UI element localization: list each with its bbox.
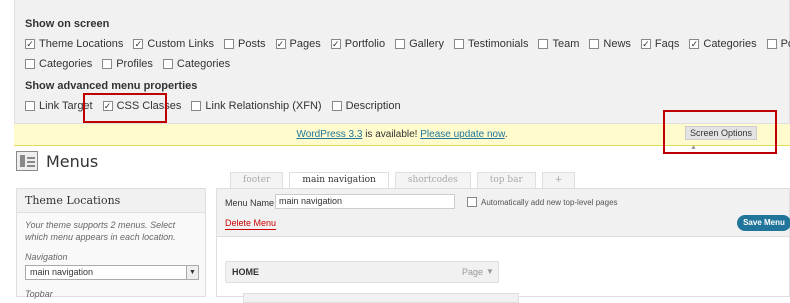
chevron-down-icon[interactable]: ▼ [486, 267, 494, 276]
css-classes-highlight [83, 93, 167, 123]
tab-shortcodes[interactable]: shortcodes [394, 172, 471, 188]
show-on-screen-row-2: Categories Profiles Categories [25, 58, 240, 70]
navigation-label: Navigation [25, 252, 68, 262]
show-on-screen-item[interactable]: ✓ Theme Locations [25, 38, 123, 50]
show-on-screen-item[interactable]: ✓ Categories [689, 38, 757, 50]
menu-item-title: HOME [232, 267, 259, 277]
checkbox[interactable] [25, 59, 35, 69]
navigation-select-value: main navigation [30, 267, 94, 277]
checkbox-label: Posts [238, 38, 266, 50]
checkbox-label: Faqs [654, 38, 680, 50]
theme-locations-title: Theme Locations [17, 189, 205, 213]
page-header: Menus [16, 151, 98, 171]
show-on-screen-item[interactable]: Categories [162, 58, 231, 70]
menu-item-home[interactable]: HOME Page ▼ [225, 261, 499, 283]
topbar-label: Topbar [25, 289, 53, 299]
show-on-screen-item[interactable]: ✓ Pages [275, 38, 321, 50]
show-on-screen-item[interactable]: Team [538, 38, 579, 50]
menu-item[interactable] [243, 293, 519, 303]
checkbox[interactable]: ✓ [689, 39, 700, 49]
checkbox-label: Theme Locations [39, 38, 124, 50]
checkbox-label: Description [345, 100, 401, 112]
checkbox-label: Link Relationship (XFN) [205, 100, 322, 112]
menus-icon [16, 151, 38, 171]
update-now-link[interactable]: Please update now [420, 129, 505, 140]
show-on-screen-row-1: ✓ Theme Locations ✓ Custom Links Posts ✓ Pages… [25, 38, 790, 50]
menu-tabs: footer main navigation shortcodes top bar + [230, 172, 581, 189]
tab-footer[interactable]: footer [230, 172, 284, 188]
wordpress-version-link[interactable]: WordPress 3.3 [296, 129, 362, 140]
checkbox[interactable] [538, 39, 549, 49]
notice-text: is available! [362, 129, 421, 140]
checkbox[interactable] [331, 101, 342, 111]
menu-item-type: Page [462, 267, 484, 277]
checkbox[interactable] [224, 39, 235, 49]
checkbox[interactable] [766, 39, 777, 49]
checkbox[interactable] [453, 39, 464, 49]
show-on-screen-item[interactable]: Post Tags [766, 38, 790, 50]
show-on-screen-item[interactable]: Categories [25, 58, 92, 70]
checkbox-label: Pages [289, 38, 321, 50]
show-on-screen-item[interactable]: Profiles [102, 58, 153, 70]
menu-name-label: Menu Name [225, 198, 275, 208]
show-on-screen-item[interactable]: News [589, 38, 631, 50]
auto-add-pages[interactable]: Automatically add new top-level pages [467, 197, 618, 207]
checkbox[interactable]: ✓ [25, 39, 35, 49]
tab-main-navigation[interactable]: main navigation [289, 172, 389, 189]
checkbox-label: Profiles [116, 58, 153, 70]
checkbox[interactable]: ✓ [275, 39, 286, 49]
menu-editor-header: Menu Name main navigation Automatically … [217, 189, 790, 237]
checkbox-label: Categories [176, 58, 231, 70]
page-title: Menus [46, 151, 99, 171]
checkbox-label: News [603, 38, 631, 50]
show-on-screen-item[interactable]: ✓ Faqs [640, 38, 680, 50]
auto-add-checkbox[interactable] [467, 197, 477, 207]
checkbox[interactable] [102, 59, 113, 69]
checkbox[interactable]: ✓ [133, 39, 144, 49]
checkbox[interactable]: ✓ [330, 39, 341, 49]
checkbox[interactable] [25, 101, 35, 111]
checkbox[interactable] [162, 59, 173, 69]
checkbox-label: Team [552, 38, 580, 50]
show-on-screen-item[interactable]: ✓ Portfolio [330, 38, 386, 50]
save-menu-button[interactable]: Save Menu [737, 215, 790, 231]
show-on-screen-item[interactable]: Posts [224, 38, 266, 50]
advanced-properties-heading: Show advanced menu properties [25, 80, 198, 92]
checkbox[interactable] [589, 39, 600, 49]
advanced-property-item[interactable]: Description [331, 100, 401, 112]
checkbox-label: Categories [703, 38, 757, 50]
checkbox-label: Post Tags [780, 38, 790, 50]
checkbox-label: Portfolio [344, 38, 386, 50]
show-on-screen-heading: Show on screen [25, 18, 110, 30]
tab-top-bar[interactable]: top bar [476, 172, 536, 188]
checkbox-label: Categories [39, 58, 93, 70]
show-on-screen-item[interactable]: ✓ Custom Links [133, 38, 214, 50]
delete-menu-link[interactable]: Delete Menu [225, 217, 277, 230]
tab-add-menu[interactable]: + [541, 172, 576, 188]
screen-options-highlight [663, 110, 777, 154]
theme-locations-description: Your theme supports 2 menus. Select whic… [25, 220, 176, 242]
show-on-screen-item[interactable]: Testimonials [453, 38, 529, 50]
checkbox-label: Gallery [409, 38, 444, 50]
checkbox[interactable]: ✓ [640, 39, 651, 49]
theme-locations-box: Theme Locations Your theme supports 2 me… [16, 188, 206, 299]
checkbox-label: Testimonials [467, 38, 529, 50]
checkbox[interactable] [395, 39, 406, 49]
checkbox[interactable] [191, 101, 202, 111]
navigation-select[interactable]: main navigation ▼ [25, 265, 199, 280]
menu-name-input[interactable]: main navigation [275, 194, 455, 209]
show-on-screen-item[interactable]: Gallery [395, 38, 444, 50]
menu-editor: Menu Name main navigation Automatically … [216, 188, 790, 303]
chevron-down-icon: ▼ [186, 266, 198, 279]
checkbox-label: Custom Links [147, 38, 215, 50]
notice-end: . [504, 129, 508, 140]
auto-add-label: Automatically add new top-level pages [481, 197, 618, 207]
advanced-property-item[interactable]: Link Relationship (XFN) [191, 100, 322, 112]
